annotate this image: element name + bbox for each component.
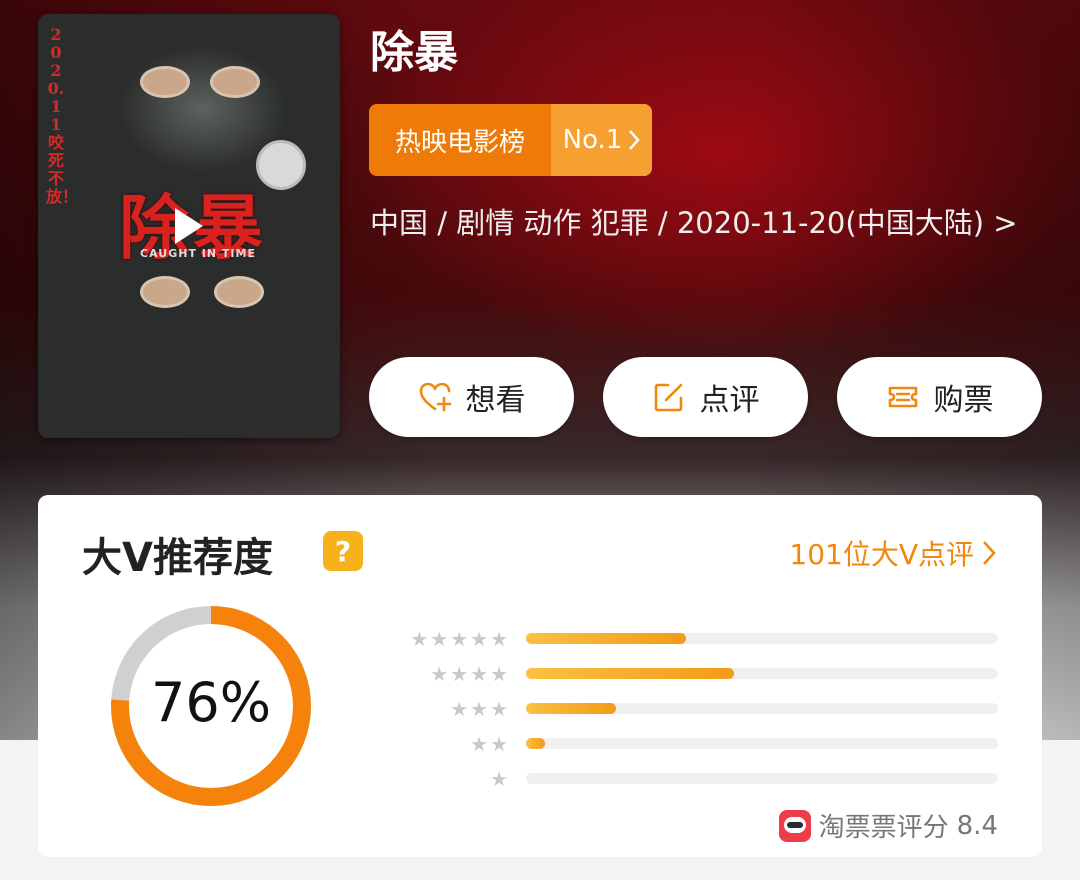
chevron-right-icon <box>629 130 641 150</box>
poster-art <box>140 66 190 98</box>
rating-bar-fill <box>526 633 687 644</box>
rank-value-group: No.1 <box>551 104 652 176</box>
rating-row-4-star: ★★★★ <box>398 662 998 686</box>
rank-value: No.1 <box>562 125 623 155</box>
edit-icon <box>654 383 682 412</box>
taopiaopiao-logo-icon <box>778 809 811 842</box>
recommend-percent: 76% <box>150 671 272 734</box>
influencer-reviews-link[interactable]: 101位大V点评 <box>789 533 996 573</box>
rating-row-3-star: ★★★ <box>398 697 998 721</box>
influencer-rating-card: 大V推荐度 ? 101位大V点评 76% ★★★★★ ★★★★ ★★★ ★★ ★ 淘票票… <box>38 495 1042 857</box>
ticket-icon <box>888 386 917 408</box>
movie-title: 除暴 <box>370 27 458 78</box>
chevron-right-icon <box>983 541 996 565</box>
movie-poster[interactable]: 2020.11 咬死不放！ 除暴 CAUGHT IN TIME <box>38 14 340 438</box>
reviews-link-label: 101位大V点评 <box>789 538 974 571</box>
star-icons: ★★ <box>470 732 510 756</box>
score-value: 8.4 <box>956 810 998 841</box>
poster-art <box>214 276 264 308</box>
rating-bar-track <box>526 668 998 679</box>
heart-plus-icon <box>419 382 451 412</box>
card-title: 大V推荐度 <box>82 535 273 581</box>
rating-bar-fill <box>526 668 734 679</box>
rating-bar-fill <box>526 703 616 714</box>
help-icon[interactable]: ? <box>323 531 363 571</box>
review-button[interactable]: 点评 <box>603 357 808 437</box>
rating-row-5-star: ★★★★★ <box>398 627 998 651</box>
rating-row-1-star: ★ <box>398 767 998 791</box>
hot-chart-rank-badge[interactable]: 热映电影榜 No.1 <box>369 104 652 176</box>
rating-bar-track <box>526 633 998 644</box>
buy-ticket-label: 购票 <box>933 383 994 418</box>
poster-art <box>140 276 190 308</box>
review-label: 点评 <box>699 383 760 418</box>
play-icon[interactable] <box>165 204 209 248</box>
rating-bar-track <box>526 773 998 784</box>
rating-row-2-star: ★★ <box>398 732 998 756</box>
score-footer: 淘票票评分 8.4 <box>778 807 998 844</box>
star-icons: ★ <box>490 767 510 791</box>
poster-vertical-text: 2020.11 咬死不放！ <box>46 25 79 206</box>
star-icons: ★★★★ <box>430 662 510 686</box>
movie-meta-info[interactable]: 中国 / 剧情 动作 犯罪 / 2020-11-20(中国大陆) > <box>370 200 1050 246</box>
buy-ticket-button[interactable]: 购票 <box>837 357 1042 437</box>
rating-bar-fill <box>526 738 545 749</box>
star-icons: ★★★★★ <box>410 627 510 651</box>
poster-subtitle: CAUGHT IN TIME <box>140 247 256 260</box>
rating-bar-track <box>526 703 998 714</box>
want-to-watch-label: 想看 <box>465 383 526 418</box>
want-to-watch-button[interactable]: 想看 <box>369 357 574 437</box>
rank-label: 热映电影榜 <box>369 104 551 176</box>
star-icons: ★★★ <box>450 697 510 721</box>
poster-art <box>210 66 260 98</box>
rating-bar-track <box>526 738 998 749</box>
score-source: 淘票票评分 <box>818 813 949 843</box>
